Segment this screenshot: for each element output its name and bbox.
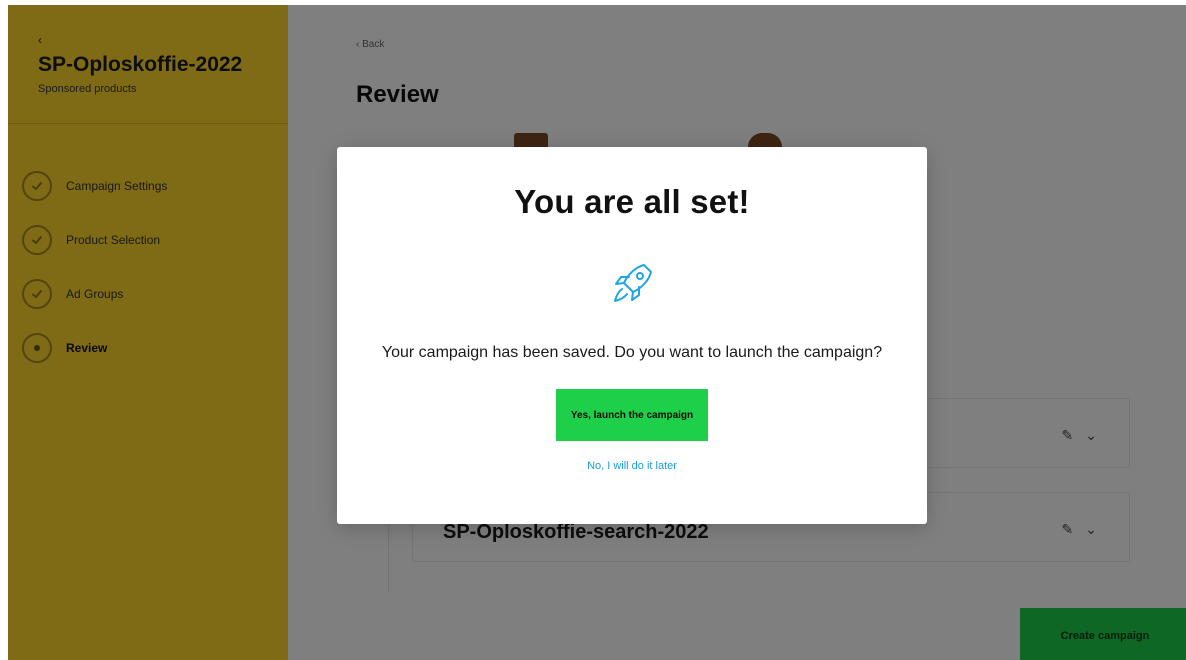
launch-later-link[interactable]: No, I will do it later [337, 460, 927, 472]
dialog-message: Your campaign has been saved. Do you wan… [381, 344, 883, 361]
app-window: ‹ SP-Oploskoffie-2022 Sponsored products… [8, 5, 1186, 660]
launch-campaign-button[interactable]: Yes, launch the campaign [556, 389, 708, 441]
rocket-icon [614, 264, 652, 302]
dialog-title: You are all set! [514, 183, 750, 220]
launch-dialog: You are all set! Your campaign has been … [337, 147, 927, 524]
